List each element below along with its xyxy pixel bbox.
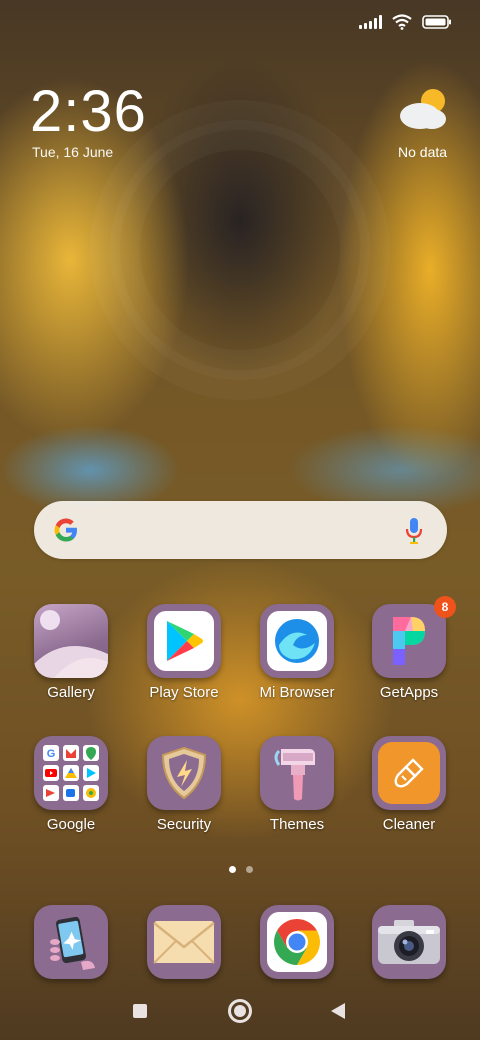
weather-status[interactable]: No data <box>398 144 447 160</box>
notification-badge: 8 <box>434 596 456 618</box>
dock-phone[interactable] <box>16 905 126 979</box>
mi-browser-icon <box>260 604 334 678</box>
page-indicator <box>229 866 253 873</box>
paintbrush-icon <box>260 736 334 810</box>
app-gallery[interactable]: Gallery <box>16 604 126 701</box>
phone-icon <box>34 905 108 979</box>
cleaner-icon <box>372 736 446 810</box>
partly-cloudy-icon[interactable] <box>398 88 450 137</box>
chrome-icon <box>260 905 334 979</box>
recents-button[interactable] <box>133 1004 147 1018</box>
app-cleaner[interactable]: Cleaner <box>354 736 464 833</box>
home-button[interactable] <box>228 999 252 1023</box>
app-label: Google <box>46 816 96 833</box>
app-label: Cleaner <box>382 816 436 833</box>
app-label: GetApps <box>379 684 439 701</box>
play-store-icon <box>147 604 221 678</box>
app-getapps[interactable]: 8 GetApps <box>354 596 464 701</box>
app-themes[interactable]: Themes <box>242 736 352 833</box>
app-play-store[interactable]: Play Store <box>129 604 239 701</box>
status-bar <box>359 12 452 32</box>
mic-icon[interactable] <box>405 517 423 545</box>
wallpaper-decoration <box>110 120 370 380</box>
svg-text:G: G <box>47 748 56 760</box>
dock-chrome[interactable] <box>242 905 352 979</box>
gallery-icon <box>34 604 108 678</box>
app-folder-google[interactable]: G Google <box>16 736 126 833</box>
camera-icon <box>372 905 446 979</box>
app-security[interactable]: Security <box>129 736 239 833</box>
page-dot-active[interactable] <box>229 866 236 873</box>
app-label: Mi Browser <box>259 684 335 701</box>
google-g-icon <box>54 518 77 542</box>
getapps-icon <box>372 604 446 678</box>
back-button[interactable] <box>330 1002 346 1020</box>
clock-date[interactable]: Tue, 16 June <box>32 144 113 160</box>
dock-camera[interactable] <box>354 905 464 979</box>
messages-icon <box>147 905 221 979</box>
battery-icon <box>422 15 452 29</box>
wifi-icon <box>392 14 412 30</box>
security-icon <box>147 736 221 810</box>
signal-icon <box>359 15 382 29</box>
app-label: Security <box>156 816 212 833</box>
app-label: Play Store <box>149 684 219 701</box>
google-search-bar[interactable] <box>34 501 447 559</box>
app-label: Themes <box>269 816 325 833</box>
google-folder-icon: G <box>34 736 108 810</box>
app-mi-browser[interactable]: Mi Browser <box>242 604 352 701</box>
page-dot[interactable] <box>246 866 253 873</box>
dock-messages[interactable] <box>129 905 239 979</box>
clock-time[interactable]: 2:36 <box>30 80 147 144</box>
app-label: Gallery <box>47 684 95 701</box>
